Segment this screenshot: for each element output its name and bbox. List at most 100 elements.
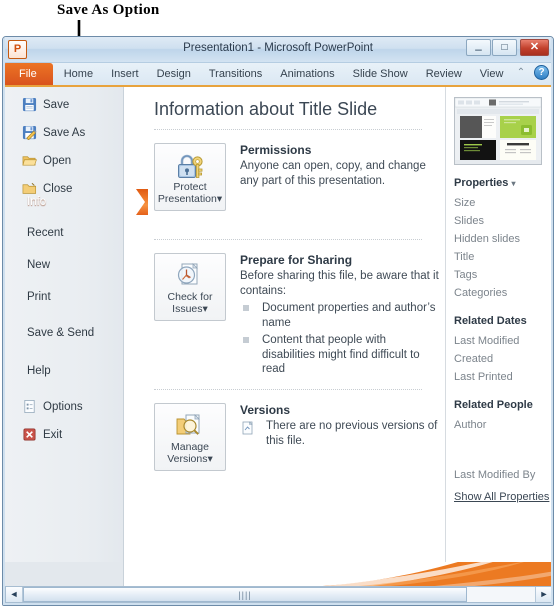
prepare-for-sharing-section: Check for Issues▾ Prepare for Sharing Be…: [154, 253, 444, 375]
minimize-button[interactable]: –: [466, 39, 491, 56]
prepare-title: Prepare for Sharing: [240, 253, 353, 267]
version-file-icon: [242, 421, 253, 435]
horizontal-scrollbar[interactable]: ◄ |||| ►: [5, 586, 553, 603]
maximize-icon: □: [501, 42, 508, 53]
info-pane: Information about Title Slide Protect Pr…: [124, 87, 444, 564]
collapse-ribbon-icon[interactable]: ⌃: [515, 67, 527, 79]
show-all-properties-link[interactable]: Show All Properties: [454, 491, 549, 503]
manage-versions-button[interactable]: Manage Versions▾: [154, 403, 226, 471]
check-issues-icon: [177, 263, 198, 285]
versions-label-line2: Versions: [167, 453, 208, 465]
sidebar-item-info-highlight: [3, 189, 148, 215]
permissions-title: Permissions: [240, 143, 312, 157]
close-icon: ✕: [529, 41, 540, 53]
tab-insert[interactable]: Insert: [102, 63, 148, 85]
close-button[interactable]: ✕: [520, 39, 549, 56]
tab-animations[interactable]: Animations: [271, 63, 343, 85]
permissions-section: Protect Presentation▾ Permissions Anyone…: [154, 143, 444, 223]
tab-transitions[interactable]: Transitions: [200, 63, 271, 85]
property-last-modified[interactable]: Last Modified: [454, 335, 519, 347]
sidebar-item-label: Save: [43, 99, 70, 111]
tab-slide-show[interactable]: Slide Show: [344, 63, 417, 85]
thumbnail-image: [455, 98, 541, 164]
help-icon[interactable]: ?: [534, 65, 549, 80]
properties-heading-label: Properties: [454, 177, 509, 189]
scrollbar-grip-icon: ||||: [238, 590, 252, 600]
sidebar-item-save-and-send[interactable]: Save & Send: [3, 321, 123, 345]
sidebar-item-label: Print: [27, 291, 51, 303]
sidebar-item-label: Save As: [43, 127, 86, 139]
dropdown-caret-icon: ▾: [207, 453, 213, 465]
scroll-left-arrow-icon[interactable]: ◄: [6, 587, 23, 602]
check-label-line1: Check for: [167, 291, 213, 303]
tab-design[interactable]: Design: [148, 63, 200, 85]
versions-title: Versions: [240, 403, 291, 417]
divider: [154, 389, 422, 390]
check-label-line2: Issues: [172, 303, 203, 315]
slide-thumbnail-preview: [454, 97, 542, 165]
sidebar-item-exit[interactable]: Exit: [3, 423, 123, 447]
sidebar-item-open[interactable]: Open: [3, 149, 123, 173]
annotation-callout: Save As Option: [0, 0, 558, 126]
backstage-navigation: Save Save As Open Close Info Recent New …: [3, 87, 148, 564]
divider: [154, 239, 422, 240]
sidebar-item-recent[interactable]: Recent: [3, 221, 123, 245]
sidebar-item-help[interactable]: Help: [3, 359, 123, 383]
properties-heading[interactable]: Properties ▾: [454, 177, 516, 189]
powerpoint-window: P Presentation1 - Microsoft PowerPoint –…: [2, 36, 554, 606]
tab-home[interactable]: Home: [55, 63, 102, 85]
property-size[interactable]: Size: [454, 197, 475, 209]
sidebar-item-new[interactable]: New: [3, 253, 123, 277]
page-title: Information about Title Slide: [154, 99, 378, 119]
protect-label-line1: Protect: [173, 181, 207, 193]
options-icon: [24, 400, 35, 413]
property-title[interactable]: Title: [454, 251, 474, 263]
tab-view[interactable]: View: [471, 63, 513, 85]
ribbon-tab-strip: File Home Insert Design Transitions Anim…: [3, 63, 553, 87]
sidebar-item-label: Help: [27, 365, 51, 377]
divider: [154, 129, 422, 130]
sidebar-item-save-as[interactable]: Save As: [3, 121, 123, 145]
property-last-modified-by[interactable]: Last Modified By: [454, 469, 535, 481]
versions-text: There are no previous versions of this f…: [266, 420, 438, 447]
property-slides[interactable]: Slides: [454, 215, 484, 227]
property-categories[interactable]: Categories: [454, 287, 507, 299]
prepare-text: Before sharing this file, be aware that …: [240, 270, 439, 297]
dropdown-caret-icon: ▾: [216, 193, 223, 205]
sidebar-item-options[interactable]: Options: [3, 395, 123, 419]
property-hidden-slides[interactable]: Hidden slides: [454, 233, 520, 245]
title-bar: P Presentation1 - Microsoft PowerPoint –…: [3, 37, 553, 63]
tab-file[interactable]: File: [3, 63, 53, 85]
property-tags[interactable]: Tags: [454, 269, 477, 281]
scroll-right-arrow-icon[interactable]: ►: [535, 587, 552, 602]
scrollbar-track[interactable]: ||||: [23, 587, 535, 602]
check-for-issues-label: Check for Issues▾: [155, 291, 225, 315]
related-people-heading: Related People: [454, 399, 533, 411]
versions-section: Manage Versions▾ Versions There are no p…: [154, 403, 444, 483]
property-author[interactable]: Author: [454, 419, 486, 431]
protect-label-line2: Presentation: [157, 193, 217, 205]
backstage-view: Save Save As Open Close Info Recent New …: [3, 87, 553, 564]
decorative-swoosh: [305, 562, 553, 587]
property-created[interactable]: Created: [454, 353, 493, 365]
sidebar-item-print[interactable]: Print: [3, 285, 123, 309]
list-item: Content that people with disabilities mi…: [240, 333, 440, 377]
tab-review[interactable]: Review: [417, 63, 471, 85]
sidebar-item-info[interactable]: Info: [3, 189, 148, 215]
protect-presentation-button[interactable]: Protect Presentation▾: [154, 143, 226, 211]
manage-versions-icon: [176, 414, 200, 435]
sidebar-item-label: Recent: [27, 227, 64, 239]
sidebar-item-save[interactable]: Save: [3, 93, 123, 117]
check-for-issues-button[interactable]: Check for Issues▾: [154, 253, 226, 321]
versions-label-line1: Manage: [171, 441, 209, 453]
property-last-printed[interactable]: Last Printed: [454, 371, 513, 383]
open-folder-icon: [22, 156, 37, 166]
bottom-bar: ◄ |||| ►: [3, 562, 553, 605]
sidebar-item-label: Options: [43, 401, 83, 413]
exit-icon: [23, 428, 36, 441]
list-item: Document properties and author’s name: [240, 301, 440, 330]
scrollbar-thumb[interactable]: ||||: [23, 587, 467, 602]
lock-key-icon: [178, 154, 203, 178]
maximize-button[interactable]: □: [492, 39, 517, 56]
chevron-down-icon: ▾: [511, 179, 516, 188]
